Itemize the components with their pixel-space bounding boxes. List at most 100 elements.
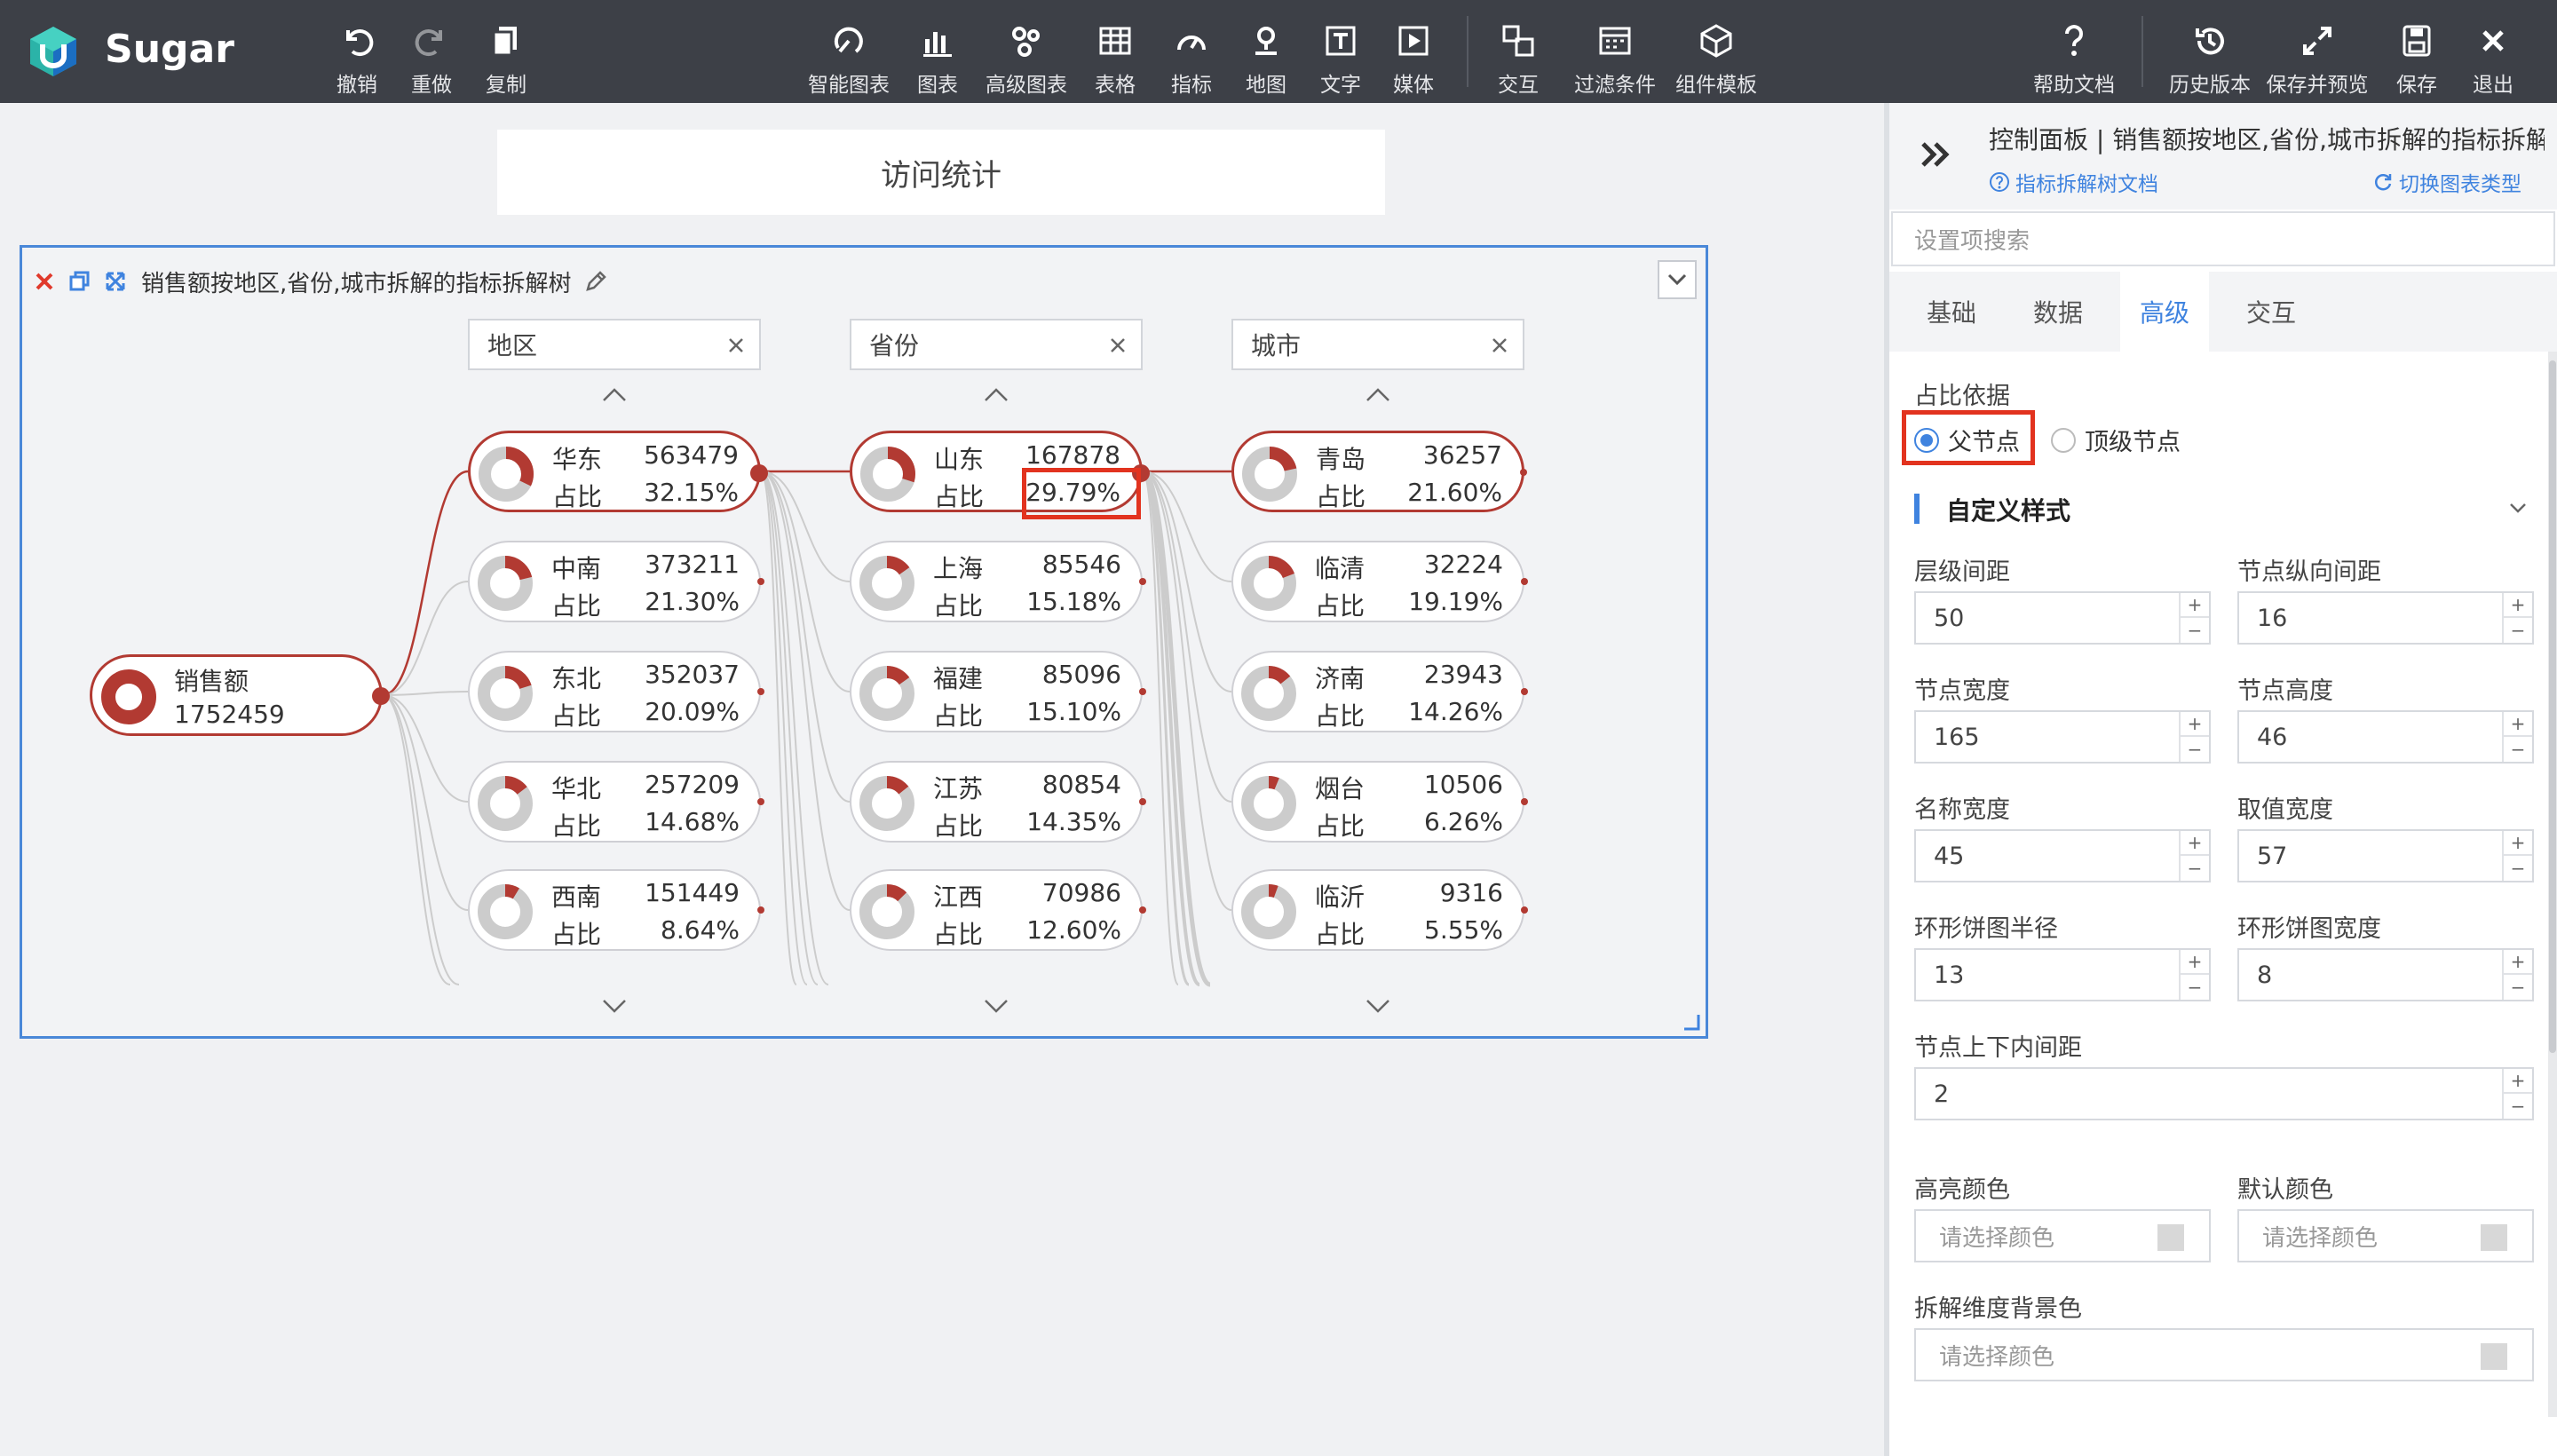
decrement-button[interactable]: − [2504,975,2532,1000]
tree-root-node[interactable]: 销售额 1752459 [90,654,390,736]
ratio-option-top[interactable]: 顶级节点 [2051,423,2181,457]
decrement-button[interactable]: − [2181,856,2209,881]
node-expand-dot[interactable] [757,798,764,805]
color-picker-input[interactable]: 请选择颜色 [1914,1328,2534,1381]
decrement-button[interactable]: − [2504,618,2532,643]
switch-chart-type-link[interactable]: 切换图表类型 [2372,167,2521,197]
dimension-tag-city[interactable]: 城市 [1231,319,1524,370]
dimension-tag-region[interactable]: 地区 [468,319,761,370]
node-expand-dot[interactable] [750,464,768,482]
save-preview-button[interactable]: 保存并预览 [2266,0,2369,103]
pencil-icon[interactable] [582,268,609,295]
increment-button[interactable]: + [2504,1069,2532,1094]
panel-scrollbar[interactable] [2548,352,2557,1417]
number-input[interactable]: 2 + − [1914,1067,2534,1120]
node-expand-dot[interactable] [1139,688,1146,695]
increment-button[interactable]: + [2181,712,2209,737]
tree-node[interactable]: 济南 23943 占比 14.26% [1231,651,1528,732]
number-input[interactable]: 45 + − [1914,829,2211,882]
map-button[interactable]: 地图 [1225,0,1307,103]
text-button[interactable]: 文字 [1300,0,1381,103]
history-button[interactable]: 历史版本 [2161,0,2259,103]
tree-node[interactable]: 临沂 9316 占比 5.55% [1231,869,1528,951]
tree-node[interactable]: 福建 85096 占比 15.10% [850,651,1146,732]
increment-button[interactable]: + [2504,593,2532,618]
decrement-button[interactable]: − [2504,1094,2532,1119]
tree-node[interactable]: 烟台 10506 占比 6.26% [1231,761,1528,843]
tab-interaction[interactable]: 交互 [2227,272,2316,352]
root-expand-dot[interactable] [372,687,390,705]
number-input[interactable]: 13 + − [1914,948,2211,1001]
decrement-button[interactable]: − [2504,737,2532,762]
number-input[interactable]: 46 + − [2237,710,2534,764]
remove-dimension-icon[interactable] [724,333,748,358]
advanced-chart-button[interactable]: 高级图表 [986,0,1067,103]
copy-button[interactable]: 复制 [465,0,547,103]
increment-button[interactable]: + [2181,950,2209,975]
filter-button[interactable]: 过滤条件 [1566,0,1664,103]
help-doc-button[interactable]: 帮助文档 [2030,0,2118,103]
interaction-button[interactable]: 交互 [1477,0,1559,103]
tree-doc-link[interactable]: 指标拆解树文档 [1989,167,2158,197]
dimension-tag-province[interactable]: 省份 [850,319,1143,370]
node-expand-dot[interactable] [1139,798,1146,805]
tab-basic[interactable]: 基础 [1907,272,1996,352]
node-expand-dot[interactable] [1521,798,1528,805]
node-expand-dot[interactable] [1139,906,1146,914]
custom-style-group-title[interactable]: 自定义样式 [1946,492,2070,527]
smart-chart-button[interactable]: 智能图表 [808,0,890,103]
tree-node[interactable]: 华东 563479 占比 32.15% [468,431,768,512]
node-expand-dot[interactable] [757,906,764,914]
page-title[interactable]: 访问统计 [497,130,1385,215]
component-template-button[interactable]: 组件模板 [1667,0,1765,103]
color-swatch[interactable] [2481,1224,2507,1251]
number-input[interactable]: 8 + − [2237,948,2534,1001]
increment-button[interactable]: + [2181,831,2209,856]
tree-node[interactable]: 西南 151449 占比 8.64% [468,869,764,951]
card-collapse-button[interactable] [1658,260,1697,299]
duplicate-icon[interactable] [67,268,93,295]
tree-node[interactable]: 上海 85546 占比 15.18% [850,541,1146,622]
media-button[interactable]: 媒体 [1373,0,1454,103]
tree-node[interactable]: 中南 373211 占比 21.30% [468,541,764,622]
tree-node[interactable]: 青岛 36257 占比 21.60% [1231,431,1527,512]
decrement-button[interactable]: − [2181,737,2209,762]
scroll-down-province-icon[interactable] [981,995,1011,1017]
delete-icon[interactable] [31,268,58,295]
number-input[interactable]: 165 + − [1914,710,2211,764]
color-picker-input[interactable]: 请选择颜色 [2237,1209,2534,1262]
color-picker-input[interactable]: 请选择颜色 [1914,1209,2211,1262]
resize-handle-icon[interactable] [1682,1013,1700,1031]
decrement-button[interactable]: − [2181,975,2209,1000]
node-expand-dot[interactable] [1139,578,1146,585]
tree-node[interactable]: 江苏 80854 占比 14.35% [850,761,1146,843]
number-input[interactable]: 50 + − [1914,591,2211,645]
tab-advanced[interactable]: 高级 [2120,272,2209,352]
increment-button[interactable]: + [2504,712,2532,737]
scroll-down-region-icon[interactable] [599,995,629,1017]
chart-button[interactable]: 图表 [897,0,978,103]
remove-dimension-icon[interactable] [1105,333,1130,358]
metric-button[interactable]: 指标 [1151,0,1232,103]
remove-dimension-icon[interactable] [1487,333,1512,358]
increment-button[interactable]: + [2504,831,2532,856]
tree-node[interactable]: 华北 257209 占比 14.68% [468,761,764,843]
table-button[interactable]: 表格 [1074,0,1156,103]
increment-button[interactable]: + [2181,593,2209,618]
chart-card[interactable]: 销售额按地区,省份,城市拆解的指标拆解树 地区 省份 城市 销售额 175245… [20,245,1708,1039]
color-swatch[interactable] [2157,1224,2184,1251]
tree-node[interactable]: 东北 352037 占比 20.09% [468,651,764,732]
number-input[interactable]: 16 + − [2237,591,2534,645]
tree-node[interactable]: 江西 70986 占比 12.60% [850,869,1146,951]
chevron-down-icon[interactable] [2506,497,2530,518]
node-expand-dot[interactable] [1521,578,1528,585]
scroll-up-province-icon[interactable] [981,384,1011,406]
scroll-up-region-icon[interactable] [599,384,629,406]
scroll-down-city-icon[interactable] [1363,995,1393,1017]
node-expand-dot[interactable] [757,578,764,585]
node-expand-dot[interactable] [1521,906,1528,914]
node-expand-dot[interactable] [1520,469,1527,476]
save-button[interactable]: 保存 [2376,0,2458,103]
settings-search-input[interactable]: 设置项搜索 [1891,211,2555,266]
tab-data[interactable]: 数据 [2014,272,2102,352]
